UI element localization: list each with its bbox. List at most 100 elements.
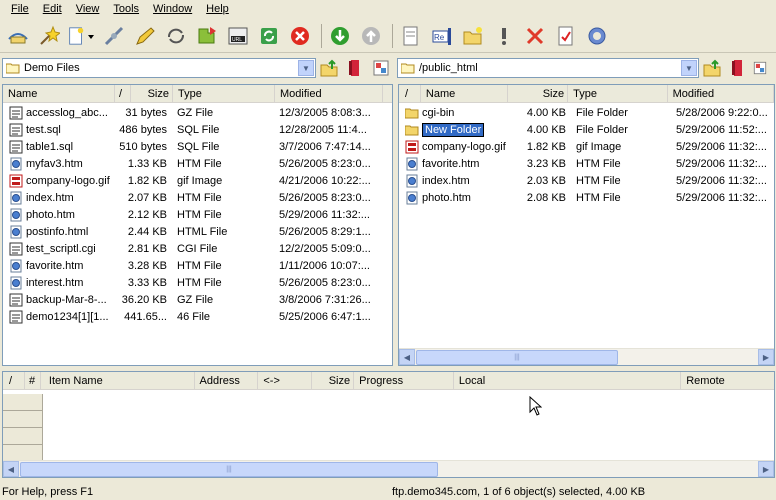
up-folder-icon[interactable] bbox=[701, 54, 723, 82]
local-file-list[interactable]: Name / Size Type Modified accesslog_abc.… bbox=[2, 84, 393, 366]
file-name: test_scriptl.cgi bbox=[26, 243, 96, 255]
menu-window[interactable]: Window bbox=[146, 0, 199, 19]
up-folder-icon[interactable] bbox=[318, 54, 340, 82]
file-name-cell: photo.htm bbox=[3, 207, 115, 224]
file-size: 3.28 KB bbox=[127, 260, 167, 272]
url-icon[interactable]: URL bbox=[224, 22, 251, 50]
file-row[interactable]: cgi-bin 4.00 KB File Folder 5/28/2006 9:22:… bbox=[399, 105, 774, 122]
pencil-icon[interactable] bbox=[131, 22, 158, 50]
transfer-icon[interactable] bbox=[193, 22, 220, 50]
column-address[interactable]: Address bbox=[195, 372, 259, 390]
column-type[interactable]: Type bbox=[568, 85, 668, 103]
column-type[interactable]: Type bbox=[173, 85, 275, 103]
menu-edit[interactable]: Edit bbox=[36, 0, 69, 19]
file-name-cell: cgi-bin bbox=[399, 105, 509, 122]
file-type: gif Image bbox=[177, 175, 223, 187]
menu-file[interactable]: File bbox=[4, 0, 36, 19]
column-sort[interactable]: / bbox=[399, 85, 421, 103]
transfer-queue[interactable]: / # Item Name Address <-> Size Progress … bbox=[2, 371, 775, 478]
right-path-select[interactable]: /public_html ▼ bbox=[397, 58, 699, 78]
gz-file-icon bbox=[3, 123, 26, 137]
scroll-right-arrow-icon[interactable]: ▶ bbox=[758, 461, 774, 477]
menu-tools[interactable]: Tools bbox=[106, 0, 146, 19]
file-row[interactable]: company-logo.gif 1.82 KB gif Image 4/21/200… bbox=[3, 173, 383, 190]
refresh-icon[interactable] bbox=[255, 22, 282, 50]
scroll-left-arrow-icon[interactable]: ◀ bbox=[3, 461, 19, 477]
new-folder-icon[interactable] bbox=[459, 22, 486, 50]
wizard-icon[interactable] bbox=[35, 22, 62, 50]
properties-icon[interactable] bbox=[397, 22, 424, 50]
rename-input[interactable]: New Folder bbox=[422, 123, 485, 137]
delete-icon[interactable] bbox=[521, 22, 548, 50]
edit-icon[interactable] bbox=[552, 22, 579, 50]
column-name[interactable]: Name bbox=[421, 85, 509, 103]
file-row[interactable]: index.htm 2.03 KB HTM File 5/29/2006 11:32:… bbox=[399, 173, 774, 190]
queue-row-header[interactable] bbox=[3, 428, 42, 445]
file-row[interactable]: test_scriptl.cgi 2.81 KB CGI File 12/2/2005… bbox=[3, 241, 383, 258]
file-row[interactable]: table1.sql 510 bytes SQL File 3/7/2006 7:47… bbox=[3, 139, 383, 156]
column-modified[interactable]: Modified bbox=[275, 85, 383, 103]
column-item-name[interactable]: Item Name bbox=[41, 372, 195, 390]
file-row[interactable]: favorite.htm 3.28 KB HTM File 1/11/2006 10:… bbox=[3, 258, 383, 275]
scroll-right-arrow-icon[interactable]: ▶ bbox=[758, 349, 774, 365]
menu-help[interactable]: Help bbox=[199, 0, 236, 19]
reconnect-icon[interactable] bbox=[162, 22, 189, 50]
column-sort[interactable]: / bbox=[115, 85, 131, 103]
settings-icon[interactable] bbox=[583, 22, 610, 50]
file-modified: 4/21/2006 10:22:... bbox=[279, 175, 371, 187]
scroll-thumb[interactable]: ||| bbox=[20, 462, 438, 477]
chevron-down-icon[interactable]: ▼ bbox=[298, 60, 314, 76]
column-local[interactable]: Local bbox=[454, 372, 682, 390]
remote-horizontal-scrollbar[interactable]: ◀ ||| ▶ bbox=[399, 348, 774, 365]
remote-file-list[interactable]: / Name Size Type Modified cgi-bin 4.00 KB… bbox=[398, 84, 775, 366]
file-row[interactable]: test.sql 486 bytes SQL File 12/28/2005 11:4… bbox=[3, 122, 383, 139]
queue-row-header[interactable] bbox=[3, 411, 42, 428]
column-index[interactable]: # bbox=[25, 372, 41, 390]
disconnect-icon[interactable] bbox=[100, 22, 127, 50]
file-row[interactable]: myfav3.htm 1.33 KB HTM File 5/26/2005 8:23:… bbox=[3, 156, 383, 173]
bookmark-icon[interactable] bbox=[344, 54, 366, 82]
queue-row-header[interactable] bbox=[3, 394, 42, 411]
dropdown-arrow-icon[interactable] bbox=[86, 22, 96, 50]
scroll-thumb[interactable]: ||| bbox=[416, 350, 618, 365]
file-row[interactable]: favorite.htm 3.23 KB HTM File 5/29/2006 11:… bbox=[399, 156, 774, 173]
column-size[interactable]: Size bbox=[508, 85, 569, 103]
column-size[interactable]: Size bbox=[312, 372, 355, 390]
connect-icon[interactable] bbox=[4, 22, 31, 50]
view-options-icon[interactable] bbox=[751, 54, 769, 82]
right-path-bar: /public_html ▼ bbox=[397, 56, 776, 80]
column-size[interactable]: Size bbox=[131, 85, 173, 103]
left-path-select[interactable]: Demo Files ▼ bbox=[2, 58, 316, 78]
view-options-icon[interactable] bbox=[370, 54, 392, 82]
file-row[interactable]: postinfo.html 2.44 KB HTML File 5/26/2005 8… bbox=[3, 224, 383, 241]
chevron-down-icon[interactable]: ▼ bbox=[681, 60, 697, 76]
scroll-left-arrow-icon[interactable]: ◀ bbox=[399, 349, 415, 365]
file-row[interactable]: interest.htm 3.33 KB HTM File 5/26/2005 8:2… bbox=[3, 275, 383, 292]
column-modified[interactable]: Modified bbox=[668, 85, 774, 103]
download-icon[interactable] bbox=[326, 22, 353, 50]
menu-view[interactable]: View bbox=[69, 0, 107, 19]
column-sort[interactable]: / bbox=[3, 372, 25, 390]
file-row[interactable]: backup-Mar-8-... 36.20 KB GZ File 3/8/2006 … bbox=[3, 292, 383, 309]
new-file-icon[interactable] bbox=[66, 22, 86, 50]
file-row[interactable]: company-logo.gif 1.82 KB gif Image 5/29/200… bbox=[399, 139, 774, 156]
queue-horizontal-scrollbar[interactable]: ◀ ||| ▶ bbox=[3, 460, 774, 477]
file-row[interactable]: photo.htm 2.08 KB HTM File 5/29/2006 11:32:… bbox=[399, 190, 774, 207]
rename-icon[interactable]: Re bbox=[428, 22, 455, 50]
file-row[interactable]: New Folder 4.00 KB File Folder 5/29/2006 11… bbox=[399, 122, 774, 139]
column-remote[interactable]: Remote bbox=[681, 372, 774, 390]
column-name[interactable]: Name bbox=[3, 85, 115, 103]
svg-text:Re: Re bbox=[434, 33, 445, 42]
file-row[interactable]: photo.htm 2.12 KB HTM File 5/29/2006 11:32:… bbox=[3, 207, 383, 224]
exclamation-icon[interactable] bbox=[490, 22, 517, 50]
column-progress[interactable]: Progress bbox=[354, 372, 454, 390]
bookmark-icon[interactable] bbox=[727, 54, 749, 82]
column-direction[interactable]: <-> bbox=[258, 372, 313, 390]
file-size: 2.12 KB bbox=[127, 209, 167, 221]
file-size: 2.81 KB bbox=[127, 243, 167, 255]
stop-icon[interactable] bbox=[286, 22, 313, 50]
file-row[interactable]: demo1234[1][1... 441.65... 46 File 5/25/200… bbox=[3, 309, 383, 326]
file-row[interactable]: index.htm 2.07 KB HTM File 5/26/2005 8:23:0… bbox=[3, 190, 383, 207]
file-row[interactable]: accesslog_abc... 31 bytes GZ File 12/3/2005… bbox=[3, 105, 383, 122]
upload-icon[interactable] bbox=[357, 22, 384, 50]
